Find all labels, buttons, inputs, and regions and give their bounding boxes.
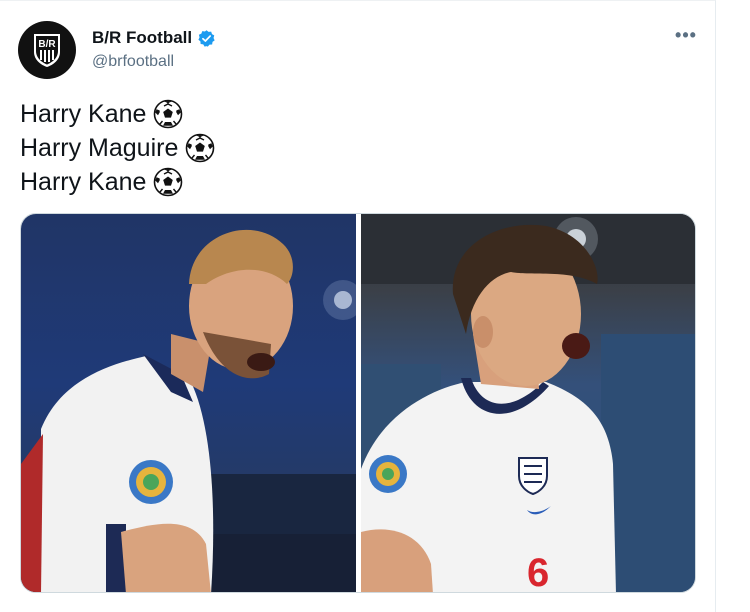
tweet-media: 6 bbox=[20, 213, 696, 593]
tweet-line-text: Harry Maguire bbox=[20, 133, 179, 162]
tweet-line: Harry Kane bbox=[20, 97, 215, 131]
tweet-text: Harry Kane Harry Maguire Harry Kane bbox=[20, 97, 215, 199]
tweet-card[interactable]: B/R B/R Football @brfootball ••• Harry K… bbox=[0, 0, 716, 612]
user-handle[interactable]: @brfootball bbox=[92, 53, 174, 71]
shirt-number: 6 bbox=[527, 551, 549, 592]
tweet-line-text: Harry Kane bbox=[20, 99, 147, 128]
photo-harry-kane[interactable] bbox=[21, 214, 356, 592]
display-name[interactable]: B/R Football bbox=[92, 28, 192, 48]
photo-harry-maguire[interactable]: 6 bbox=[361, 214, 695, 592]
photo-harry-maguire-image: 6 bbox=[361, 214, 695, 592]
avatar[interactable]: B/R bbox=[18, 21, 76, 79]
tweet-line: Harry Kane bbox=[20, 165, 215, 199]
tweet-line-text: Harry Kane bbox=[20, 167, 147, 196]
photo-harry-kane-image bbox=[21, 229, 356, 592]
soccer-ball-icon bbox=[154, 99, 183, 129]
more-options-button[interactable]: ••• bbox=[672, 25, 700, 45]
br-shield-logo-icon: B/R bbox=[34, 34, 60, 67]
tweet-line: Harry Maguire bbox=[20, 131, 215, 165]
soccer-ball-icon bbox=[154, 167, 183, 197]
verified-badge-icon bbox=[198, 29, 215, 47]
svg-text:B/R: B/R bbox=[38, 39, 56, 50]
soccer-ball-icon bbox=[186, 133, 215, 163]
more-icon: ••• bbox=[675, 24, 697, 45]
